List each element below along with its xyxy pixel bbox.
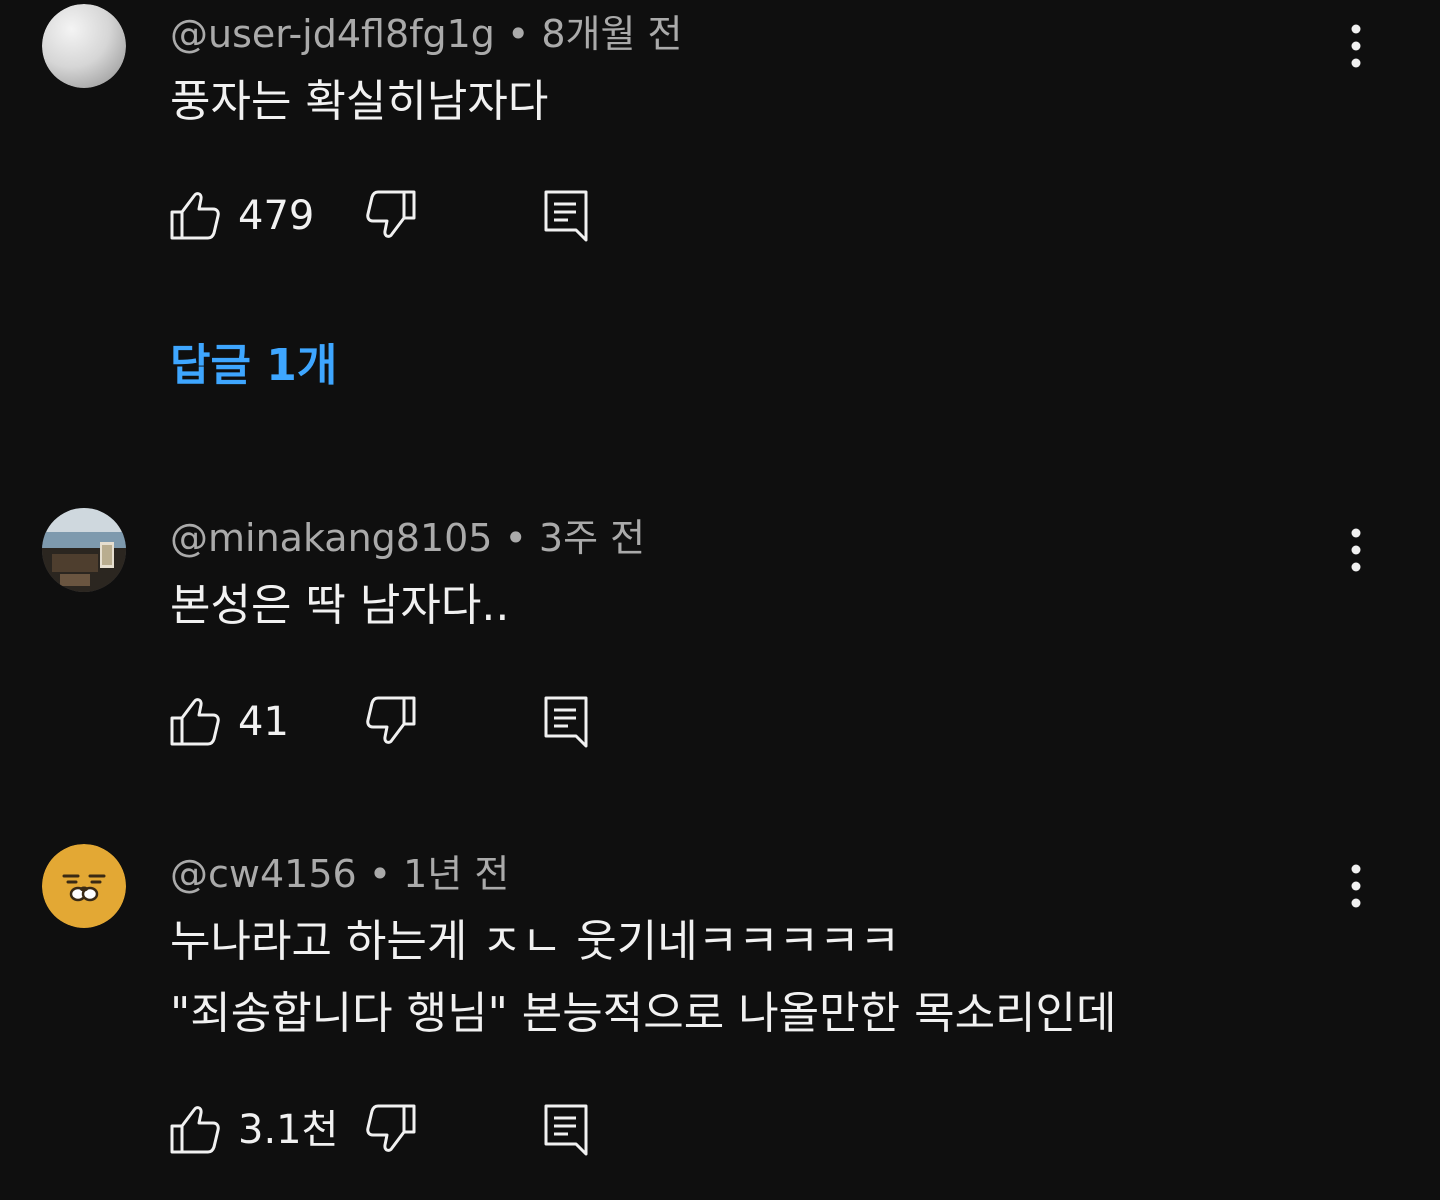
more-options-button[interactable] <box>1330 856 1382 916</box>
like-count: 479 <box>238 193 315 239</box>
like-count: 3.1천 <box>238 1107 339 1153</box>
reply-button[interactable] <box>540 694 594 748</box>
meta-separator: • <box>504 516 527 560</box>
thumbs-up-icon <box>170 698 220 746</box>
comment-actions: 41 <box>168 694 608 754</box>
more-options-button[interactable] <box>1330 16 1382 76</box>
dislike-button[interactable] <box>364 188 418 242</box>
gray-default-avatar-icon <box>42 4 126 88</box>
thumbs-down-icon <box>366 696 416 744</box>
author-name[interactable]: @cw4156 <box>170 852 357 896</box>
comment-text: 본성은 딱 남자다.. <box>170 580 510 631</box>
comment-meta: @user-jd4fl8fg1g • 8개월 전 <box>170 10 683 58</box>
thumbs-up-icon <box>170 1106 220 1154</box>
more-vertical-icon <box>1351 528 1361 572</box>
comment-meta: @cw4156 • 1년 전 <box>170 850 509 898</box>
thumbs-up-icon <box>170 192 220 240</box>
author-name[interactable]: @user-jd4fl8fg1g <box>170 12 495 56</box>
thumbs-down-icon <box>366 1104 416 1152</box>
photo-avatar-icon <box>42 508 126 592</box>
like-button[interactable] <box>168 188 222 242</box>
avatar[interactable] <box>42 844 126 928</box>
comment-text-line-2: "죄송합니다 행님" 본능적으로 나올만한 목소리인데 <box>170 988 1117 1039</box>
comment-time: 8개월 전 <box>541 12 683 56</box>
comment-text-line-1: 누나라고 하는게 ㅈㄴ 웃기네ㅋㅋㅋㅋㅋ <box>170 916 901 967</box>
meta-separator: • <box>506 12 530 56</box>
avatar[interactable] <box>42 4 126 88</box>
meta-separator: • <box>368 852 392 896</box>
dislike-button[interactable] <box>364 694 418 748</box>
reply-comment-icon <box>544 190 588 242</box>
view-replies-link[interactable]: 답글 1개 <box>170 338 337 394</box>
reply-button[interactable] <box>540 188 594 242</box>
comment-actions: 479 <box>168 188 608 248</box>
comment-actions: 3.1천 <box>168 1102 608 1162</box>
avatar[interactable] <box>42 508 126 592</box>
author-name[interactable]: @minakang8105 <box>170 516 492 560</box>
reply-comment-icon <box>544 1104 588 1156</box>
more-vertical-icon <box>1351 24 1361 68</box>
dislike-button[interactable] <box>364 1102 418 1156</box>
comment-text: 풍자는 확실히남자다 <box>170 76 549 127</box>
yellow-character-avatar-icon <box>42 844 126 928</box>
reply-comment-icon <box>544 696 588 748</box>
thumbs-down-icon <box>366 190 416 238</box>
reply-button[interactable] <box>540 1102 594 1156</box>
like-count: 41 <box>238 699 289 745</box>
comment-time: 3주 전 <box>538 516 646 560</box>
comment-meta: @minakang8105 • 3주 전 <box>170 514 645 562</box>
like-button[interactable] <box>168 694 222 748</box>
more-options-button[interactable] <box>1330 520 1382 580</box>
like-button[interactable] <box>168 1102 222 1156</box>
more-vertical-icon <box>1351 864 1361 908</box>
comment-time: 1년 전 <box>403 852 510 896</box>
